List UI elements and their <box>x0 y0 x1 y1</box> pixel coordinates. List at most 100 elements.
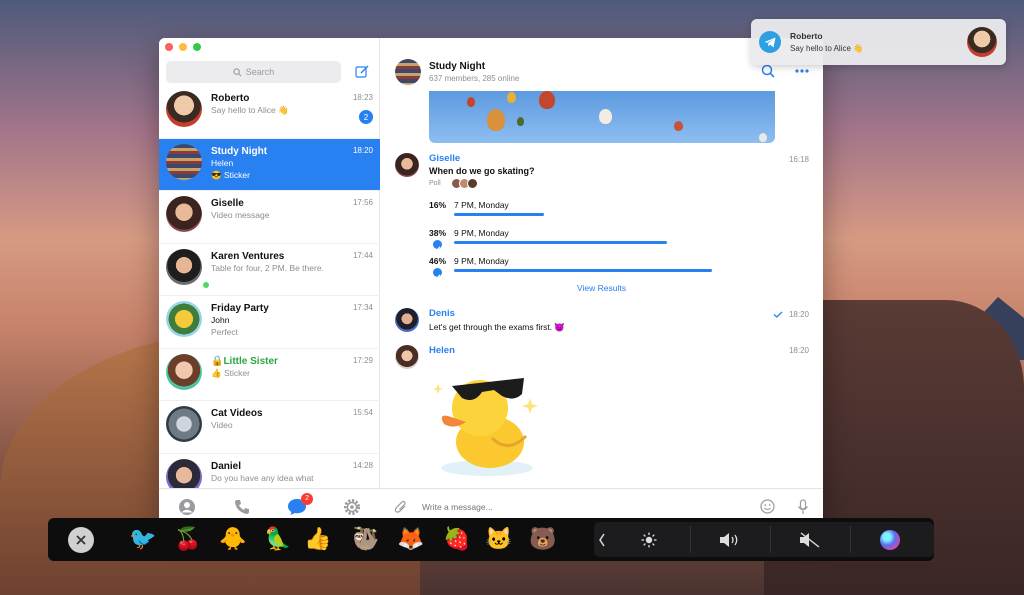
voter-avatar <box>467 178 478 189</box>
compose-button[interactable] <box>353 63 371 81</box>
brightness-button[interactable] <box>624 522 674 557</box>
conversation-pane: Study Night 637 members, 285 online Gise… <box>380 38 823 524</box>
sparkle <box>522 398 538 414</box>
chat-time: 17:34 <box>352 303 373 312</box>
siri-button[interactable] <box>860 522 920 557</box>
message-text: Let's get through the exams first. 😈 <box>429 322 565 332</box>
chevron-left-icon <box>599 533 605 546</box>
read-check-icon <box>773 311 783 318</box>
chat-item-cat-videos[interactable]: Cat Videos Video 15:54 <box>159 401 380 454</box>
chat-name: Friday Party <box>211 303 269 314</box>
volume-icon <box>720 532 738 547</box>
chat-author: John <box>211 315 230 325</box>
online-indicator <box>202 280 210 289</box>
chat-time: 14:28 <box>352 460 373 470</box>
tab-contacts[interactable] <box>175 495 199 519</box>
notification-banner[interactable]: Roberto Say hello to Alice 👋 <box>751 19 1006 65</box>
message-time: 18:20 <box>788 310 809 319</box>
touchbar-sticker[interactable]: 🦜 <box>263 523 293 555</box>
close-icon <box>76 535 86 545</box>
volume-button[interactable] <box>700 522 760 557</box>
balloon <box>539 91 555 109</box>
touchbar-sticker[interactable]: 👍 <box>303 523 333 555</box>
touchbar-sticker[interactable]: 🦥 <box>351 523 381 555</box>
touchbar-sticker[interactable]: 🐦 <box>128 523 158 555</box>
search-row: Search <box>166 60 371 84</box>
contacts-icon <box>178 498 195 515</box>
search-input[interactable]: Search <box>166 61 341 83</box>
phone-icon <box>234 499 249 514</box>
balloon <box>759 133 767 142</box>
siri-icon <box>880 529 900 550</box>
poll-option-label: 9 PM, Monday <box>454 228 509 238</box>
touchbar-sticker[interactable]: 🍓 <box>442 523 472 555</box>
close-window-button[interactable] <box>165 43 173 51</box>
chat-item-karen-ventures[interactable]: Karen Ventures Table for four, 2 PM. Be … <box>159 244 380 296</box>
chat-list: Roberto Say hello to Alice 👋 18:23 2 Stu… <box>159 86 380 506</box>
chat-time: 18:23 <box>352 93 373 102</box>
touchbar-sticker[interactable]: 🦊 <box>396 523 426 555</box>
poll-option[interactable]: 46% 9 PM, Monday <box>429 256 729 280</box>
search-icon <box>233 67 242 76</box>
search-icon[interactable] <box>761 64 775 78</box>
sender-name[interactable]: Giselle <box>429 153 460 164</box>
touchbar-sticker[interactable]: 🐻 <box>528 523 558 555</box>
poll-option[interactable]: 38% 9 PM, Monday <box>429 228 729 252</box>
poll-option-percent: 38% <box>429 228 447 238</box>
telegram-window: Search Roberto Say hello to Alice 👋 18:2… <box>159 38 823 524</box>
poll-option[interactable]: 16% 7 PM, Monday <box>429 200 729 220</box>
notification-body: Say hello to Alice 👋 <box>790 44 864 53</box>
emoji-icon[interactable] <box>760 499 775 514</box>
group-avatar[interactable] <box>395 59 421 85</box>
avatar[interactable] <box>395 345 419 369</box>
attach-icon[interactable] <box>394 500 408 514</box>
minimize-window-button[interactable] <box>179 43 187 51</box>
chat-preview: 😎 Sticker <box>211 169 250 180</box>
duck-sticker[interactable] <box>432 364 542 480</box>
chat-item-friday-party[interactable]: Friday Party John Perfect 17:34 <box>159 296 380 349</box>
touchbar-close-button[interactable] <box>68 527 94 553</box>
touch-bar: 🐦 🍒 🐥 🦜 👍 🦥 🦊 🍓 🐱 🐻 <box>48 518 934 561</box>
chat-item-study-night[interactable]: Study Night Helen 😎 Sticker 18:20 <box>159 138 380 191</box>
view-results-link[interactable]: View Results <box>380 283 823 293</box>
balloons-photo[interactable] <box>429 91 775 143</box>
tab-settings[interactable] <box>340 495 364 519</box>
balloon <box>674 121 683 131</box>
chat-preview: 👍 Sticker <box>211 367 250 378</box>
composer-actions <box>760 498 809 515</box>
touchbar-sticker[interactable]: 🐥 <box>218 523 248 555</box>
chat-name: Cat Videos <box>211 408 263 419</box>
brightness-icon <box>641 532 657 547</box>
sparkle <box>433 384 443 394</box>
sender-name[interactable]: Helen <box>429 345 455 356</box>
conversation-title: Study Night <box>429 61 486 72</box>
message-time: 16:18 <box>788 155 809 164</box>
tab-chats[interactable]: 2 <box>285 492 314 519</box>
message-input[interactable] <box>422 501 760 512</box>
poll-type: Poll <box>429 180 441 187</box>
avatar[interactable] <box>395 153 419 177</box>
balloon <box>599 109 612 124</box>
poll-option-bar <box>454 269 712 272</box>
poll-option-percent: 16% <box>429 200 447 210</box>
chat-item-roberto[interactable]: Roberto Say hello to Alice 👋 18:23 2 <box>159 86 380 139</box>
avatar <box>166 353 202 390</box>
chat-time: 17:44 <box>352 250 373 260</box>
zoom-window-button[interactable] <box>193 43 201 51</box>
mute-button[interactable] <box>780 522 840 557</box>
sender-name[interactable]: Denis <box>429 308 455 319</box>
more-icon[interactable] <box>795 69 809 73</box>
chat-name: Giselle <box>211 198 244 209</box>
avatar <box>166 91 202 127</box>
touchbar-sticker[interactable]: 🍒 <box>173 523 203 555</box>
chat-item-giselle[interactable]: Giselle Video message 17:56 <box>159 191 380 244</box>
voted-check-icon <box>433 240 442 252</box>
chat-author: Helen <box>211 157 234 168</box>
touchbar-sticker[interactable]: 🐱 <box>484 523 514 555</box>
chat-item-little-sister[interactable]: 🔒Little Sister 👍 Sticker 17:29 <box>159 349 380 401</box>
microphone-icon[interactable] <box>797 498 809 515</box>
avatar[interactable] <box>395 308 419 332</box>
expand-control-strip-button[interactable] <box>594 522 610 557</box>
tab-calls[interactable] <box>230 495 254 519</box>
poll-option-label: 9 PM, Monday <box>454 256 509 266</box>
